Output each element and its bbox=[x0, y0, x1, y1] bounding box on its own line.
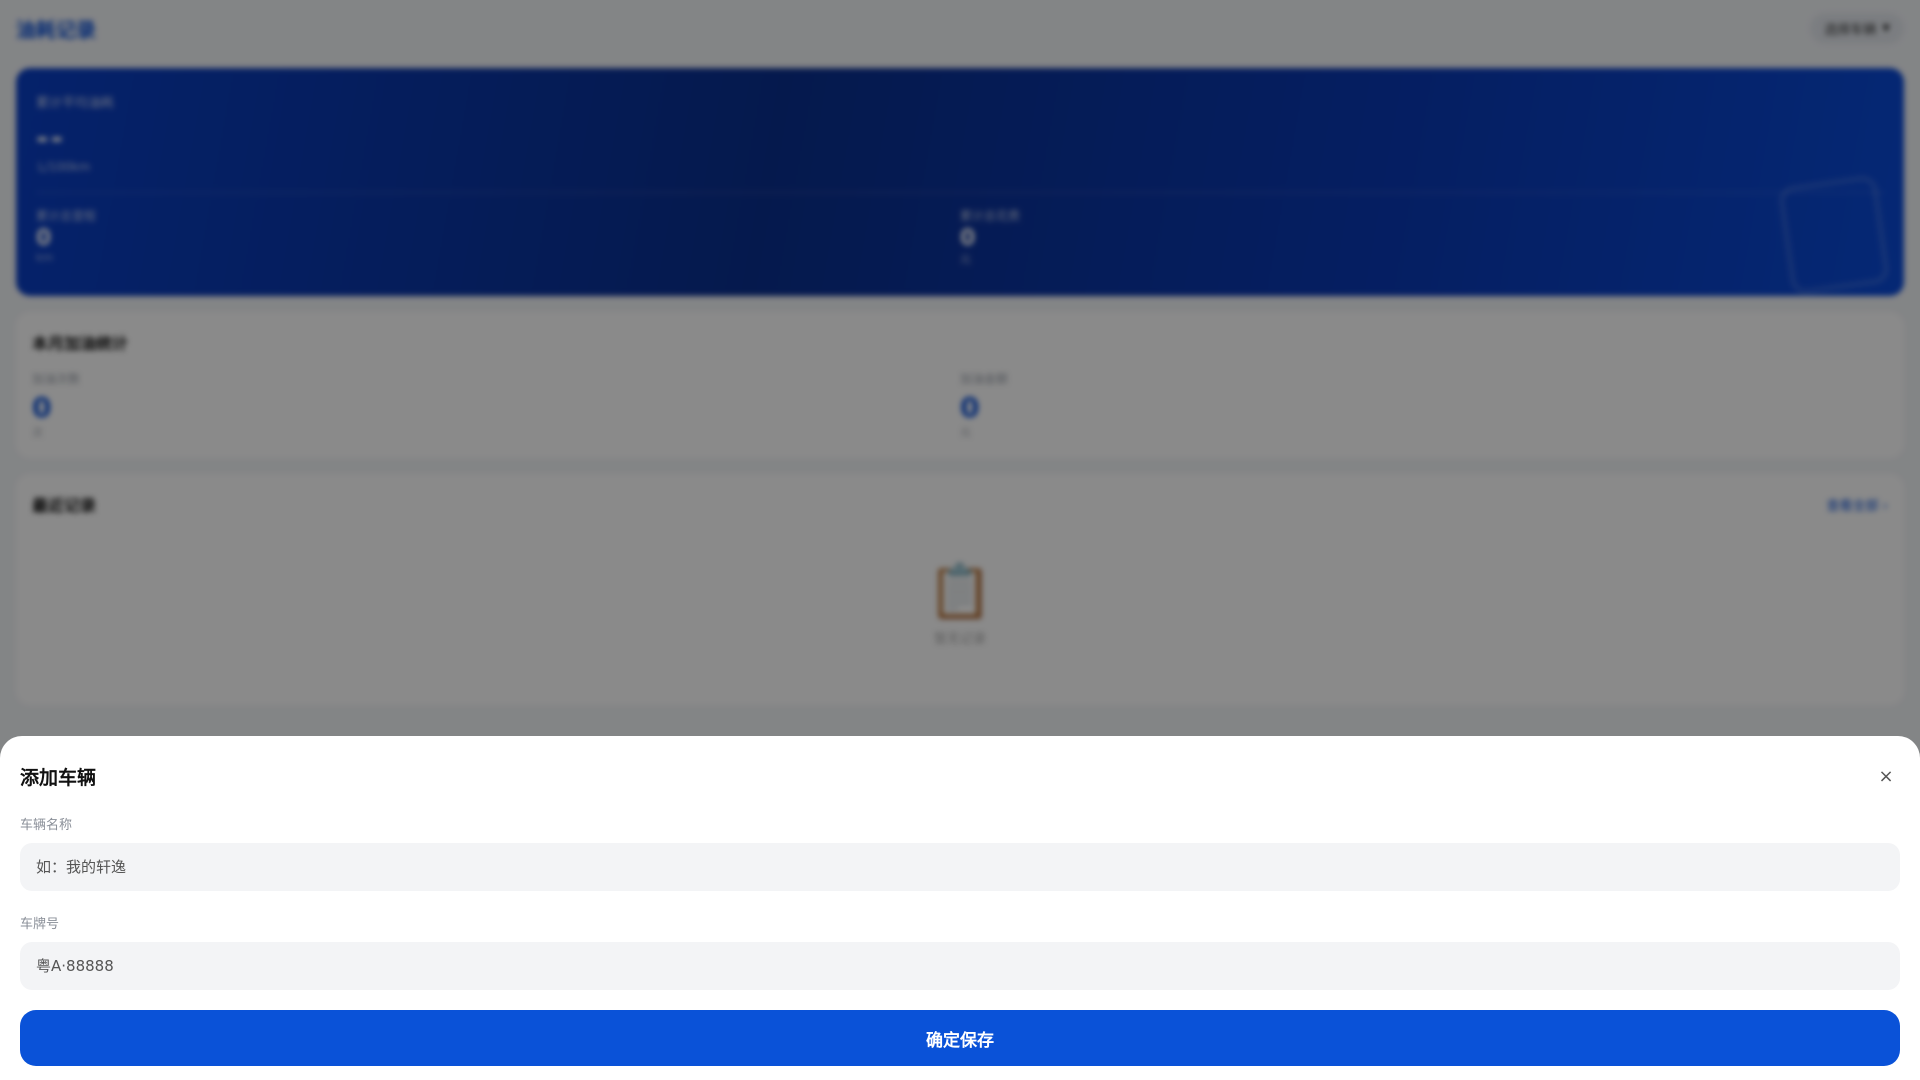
close-icon[interactable]: × bbox=[1872, 762, 1900, 790]
vehicle-name-input[interactable] bbox=[20, 843, 1900, 891]
plate-number-label: 车牌号 bbox=[20, 917, 60, 932]
vehicle-name-label: 车辆名称 bbox=[20, 818, 73, 833]
sheet-header: 添加车辆 × bbox=[20, 762, 1900, 790]
plate-number-input[interactable] bbox=[20, 942, 1900, 990]
sheet-title: 添加车辆 bbox=[20, 766, 97, 789]
add-vehicle-sheet: 添加车辆 × 车辆名称 车牌号 确定保存 bbox=[0, 736, 1920, 1080]
save-button[interactable]: 确定保存 bbox=[20, 1010, 1900, 1066]
